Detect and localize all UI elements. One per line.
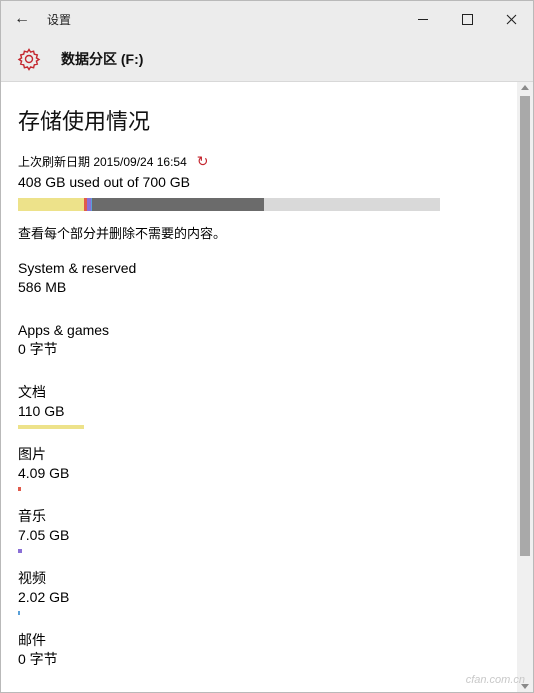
minimize-button[interactable] xyxy=(401,1,445,37)
watermark: cfan.com.cn xyxy=(465,674,525,686)
page-header: 数据分区 (F:) xyxy=(1,37,533,82)
storage-category[interactable]: 图片 4.09 GB xyxy=(18,445,69,491)
category-name: 视频 xyxy=(18,570,46,586)
close-icon xyxy=(506,14,516,24)
storage-category[interactable]: 音乐 7.05 GB xyxy=(18,507,69,553)
category-usage-bar xyxy=(18,487,21,491)
category-size: 110 GB xyxy=(18,403,65,419)
close-button[interactable] xyxy=(489,1,533,37)
settings-window: ← 设置 数据分区 (F:) 存储使用情况 上次刷新日期 2015/09/24 … xyxy=(0,0,534,693)
page-title: 存储使用情况 xyxy=(18,109,151,134)
storage-category[interactable]: System & reserved 586 MB xyxy=(18,259,136,296)
window-title: 设置 xyxy=(47,12,72,27)
storage-category[interactable]: 视频 2.02 GB xyxy=(18,569,69,615)
refresh-icon[interactable]: ↻ xyxy=(197,153,209,170)
category-name: Apps & games xyxy=(18,322,110,338)
category-size: 0 字节 xyxy=(18,341,58,357)
category-size: 4.09 GB xyxy=(18,465,70,481)
gear-icon xyxy=(17,47,41,71)
last-refresh-text: 上次刷新日期 2015/09/24 16:54 xyxy=(18,155,187,169)
storage-usage-bar xyxy=(18,198,440,211)
drive-title: 数据分区 (F:) xyxy=(61,51,144,67)
hint-text: 查看每个部分并删除不需要的内容。 xyxy=(18,226,227,241)
storage-category[interactable]: 邮件 0 字节 xyxy=(18,631,58,668)
scroll-thumb[interactable] xyxy=(520,96,530,556)
minimize-icon xyxy=(418,18,428,20)
category-usage-bar xyxy=(18,425,84,429)
category-name: 文档 xyxy=(18,384,46,400)
category-usage-bar xyxy=(18,549,22,553)
back-arrow-icon: ← xyxy=(14,10,30,27)
category-size: 7.05 GB xyxy=(18,527,70,543)
title-bar: ← 设置 xyxy=(1,1,533,37)
storage-bar-segment xyxy=(92,198,265,211)
storage-content: 存储使用情况 上次刷新日期 2015/09/24 16:54 ↻ 408 GB … xyxy=(1,82,517,692)
maximize-icon xyxy=(461,13,473,25)
category-name: System & reserved xyxy=(18,260,137,276)
storage-category[interactable]: Apps & games 0 字节 xyxy=(18,321,109,358)
used-summary: 408 GB used out of 700 GB xyxy=(18,174,191,190)
category-size: 0 字节 xyxy=(18,651,58,667)
gear-icon-svg xyxy=(17,48,41,71)
maximize-button[interactable] xyxy=(445,1,489,37)
category-name: 图片 xyxy=(18,446,46,462)
storage-category[interactable]: 文档 110 GB xyxy=(18,383,84,429)
scroll-up-icon[interactable] xyxy=(521,85,529,90)
storage-bar-segment xyxy=(18,198,85,211)
category-name: 音乐 xyxy=(18,508,46,524)
category-name: 邮件 xyxy=(18,632,46,648)
window-controls xyxy=(401,1,533,37)
category-size: 2.02 GB xyxy=(18,589,70,605)
category-size: 586 MB xyxy=(18,279,67,295)
refresh-info: 上次刷新日期 2015/09/24 16:54 ↻ xyxy=(18,153,209,170)
back-button[interactable]: ← xyxy=(1,1,43,37)
scrollbar[interactable] xyxy=(517,82,533,692)
category-usage-bar xyxy=(18,611,20,615)
